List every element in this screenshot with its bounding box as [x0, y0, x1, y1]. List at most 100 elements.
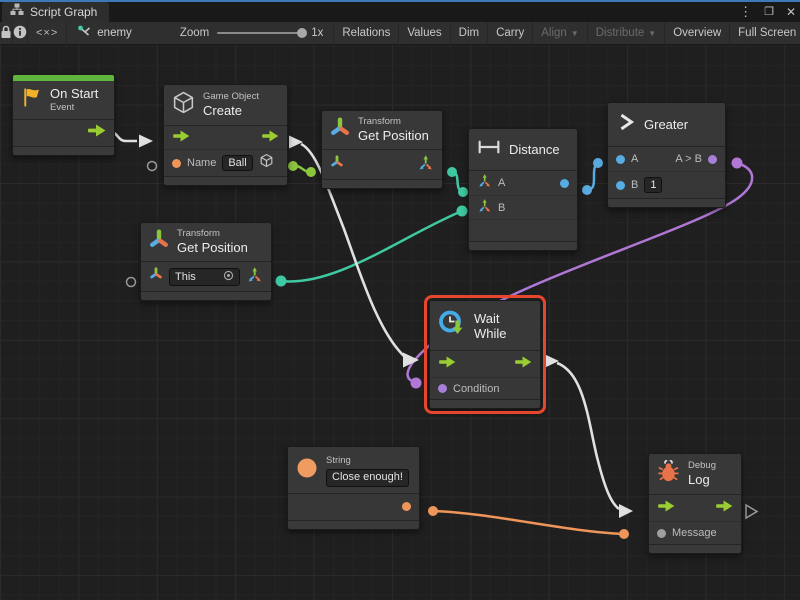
toolbar-buttons: Relations Values Dim Carry Align▼ Distri…	[333, 22, 800, 45]
bool-input-port[interactable]	[438, 384, 447, 393]
vector3-output-port[interactable]	[246, 266, 263, 288]
transform-input-port[interactable]	[330, 155, 344, 174]
graph-toolbar: <×> enemy Zoom 1x Relations Values Dim C	[0, 22, 800, 45]
flow-output-port[interactable]	[87, 124, 106, 142]
code-icon: <×>	[36, 27, 58, 39]
breadcrumb-label: enemy	[97, 27, 132, 39]
target-picker-icon[interactable]	[223, 270, 234, 284]
cube-icon	[171, 90, 196, 120]
node-subtitle: Event	[50, 102, 98, 114]
zoom-label: Zoom	[180, 27, 209, 39]
node-footer	[322, 179, 442, 188]
relations-button[interactable]: Relations	[333, 22, 399, 45]
lock-button[interactable]	[0, 22, 13, 45]
node-string-literal[interactable]: String Close enough!	[287, 446, 420, 530]
vector3-output-port[interactable]	[417, 154, 434, 176]
zoom-slider-handle[interactable]	[297, 28, 307, 38]
flow-input-port[interactable]	[438, 355, 456, 373]
node-greater[interactable]: Greater A A > B B 1	[607, 102, 726, 208]
bug-icon	[656, 459, 681, 489]
condition-label: Condition	[453, 383, 499, 395]
code-preview-button[interactable]: <×>	[28, 22, 67, 45]
node-distance[interactable]: Distance A	[468, 128, 578, 251]
flow-input-port[interactable]	[172, 129, 190, 147]
graph-tab-icon	[10, 3, 24, 21]
flow-input-port[interactable]	[657, 499, 675, 517]
node-get-position-self[interactable]: Transform Get Position This	[140, 222, 272, 301]
float-input-port-b[interactable]	[616, 181, 625, 190]
flow-output-port[interactable]	[261, 129, 279, 147]
node-subtitle: Transform	[177, 228, 248, 240]
string-value-field[interactable]: Close enough!	[326, 469, 409, 487]
info-button[interactable]	[13, 22, 28, 45]
carry-button[interactable]: Carry	[488, 22, 533, 45]
flow-output-port[interactable]	[715, 499, 733, 517]
tab-script-graph[interactable]: Script Graph	[2, 2, 109, 22]
node-get-position-top[interactable]: Transform Get Position	[321, 110, 443, 189]
target-field[interactable]: This	[169, 268, 240, 286]
align-dropdown[interactable]: Align▼	[533, 22, 588, 45]
message-input-port[interactable]	[657, 529, 666, 538]
message-label: Message	[672, 527, 717, 539]
flow-output-port[interactable]	[514, 355, 532, 373]
node-footer	[288, 520, 419, 529]
node-debug-log[interactable]: Debug Log Message	[648, 453, 742, 554]
node-wait-while[interactable]: Wait While Condition	[429, 300, 541, 409]
window-top-accent	[0, 0, 800, 2]
distribute-dropdown[interactable]: Distribute▼	[588, 22, 666, 45]
full-screen-button[interactable]: Full Screen	[730, 22, 800, 45]
lock-icon	[0, 25, 12, 42]
script-graph-window: On Start Event Game Object	[0, 0, 800, 600]
bool-output-port[interactable]	[708, 155, 717, 164]
transform-input-port[interactable]	[149, 267, 163, 286]
distance-icon	[476, 139, 502, 160]
gameobject-output-port[interactable]	[259, 153, 274, 173]
node-footer	[430, 399, 540, 408]
name-field[interactable]: Ball	[222, 155, 252, 171]
chevron-down-icon: ▼	[571, 29, 579, 38]
zoom-control: Zoom 1x	[170, 22, 334, 45]
b-value-field[interactable]: 1	[644, 177, 662, 193]
string-input-port[interactable]	[172, 159, 181, 168]
port-label-a: A	[498, 177, 505, 189]
float-output-port[interactable]	[560, 179, 569, 188]
zoom-slider[interactable]	[217, 32, 303, 34]
port-label-a: A	[631, 153, 638, 165]
vector3-input-port-a[interactable]	[477, 173, 492, 193]
node-footer	[164, 176, 287, 185]
flag-icon	[20, 86, 43, 114]
graph-asset-icon	[77, 25, 92, 41]
string-circle-icon	[295, 456, 319, 485]
node-title: Get Position	[358, 128, 429, 144]
output-label: A > B	[675, 153, 702, 165]
node-game-object-create[interactable]: Game Object Create Name Ball	[163, 84, 288, 186]
node-footer	[13, 146, 114, 155]
vector3-input-port-b[interactable]	[477, 198, 492, 218]
node-on-start-event[interactable]: On Start Event	[12, 74, 115, 156]
node-footer	[649, 544, 741, 553]
tab-title: Script Graph	[30, 5, 97, 19]
tab-bar: Script Graph ⋮ ❐ ✕	[0, 2, 800, 22]
maximize-button[interactable]: ❐	[764, 2, 774, 22]
node-title: Create	[203, 103, 259, 119]
node-title: Wait While	[474, 311, 531, 341]
node-title: Distance	[509, 142, 560, 157]
transform-icon	[329, 117, 351, 144]
dim-button[interactable]: Dim	[451, 22, 488, 45]
node-title: Greater	[644, 117, 688, 132]
node-subtitle: Transform	[358, 116, 429, 128]
node-footer	[608, 198, 725, 207]
close-button[interactable]: ✕	[786, 2, 796, 22]
info-icon	[13, 25, 27, 42]
window-menu-button[interactable]: ⋮	[739, 2, 752, 22]
values-button[interactable]: Values	[399, 22, 450, 45]
node-subtitle: Game Object	[203, 91, 259, 103]
float-input-port-a[interactable]	[616, 155, 625, 164]
graph-breadcrumb[interactable]: enemy	[67, 22, 142, 45]
node-title: Get Position	[177, 240, 248, 256]
port-label: Name	[187, 157, 216, 169]
string-output-port[interactable]	[402, 502, 411, 511]
zoom-value: 1x	[311, 27, 323, 39]
overview-button[interactable]: Overview	[665, 22, 730, 45]
node-subtitle: Debug	[688, 460, 716, 472]
